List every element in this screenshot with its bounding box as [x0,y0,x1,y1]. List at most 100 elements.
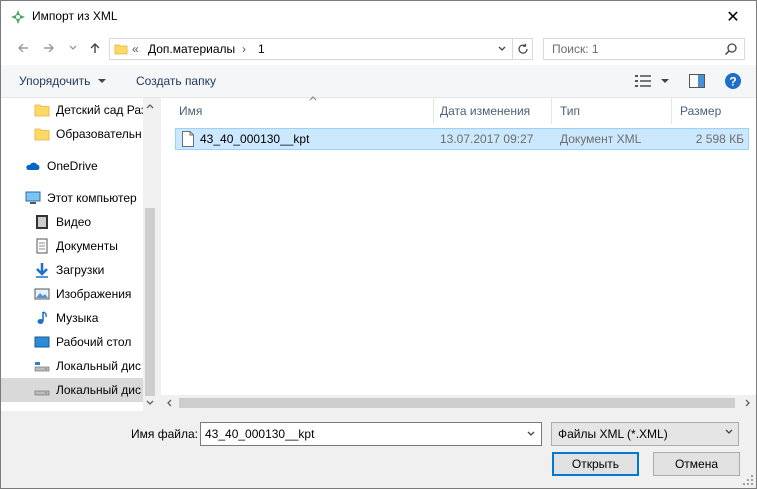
chevron-down-icon [725,429,733,434]
table-row[interactable]: 43_40_000130__kpt 13.07.2017 09:27 Докум… [175,128,749,150]
scroll-left-button[interactable] [161,395,177,411]
breadcrumb-overflow[interactable]: « [132,42,139,56]
details-view-icon [635,75,651,87]
column-header-size[interactable]: Размер [672,98,756,124]
nav-item-video[interactable]: Видео [1,210,143,234]
drive-icon [34,390,50,396]
up-button[interactable] [85,38,105,58]
pictures-icon [34,288,50,300]
close-icon: ✕ [726,8,740,26]
title-bar: Импорт из XML ✕ [1,1,756,32]
nav-item-this-pc[interactable]: Этот компьютер [1,186,143,210]
nav-item-pictures[interactable]: Изображения [1,282,143,306]
svg-text:?: ? [729,75,736,89]
resize-grip-icon[interactable] [742,474,754,486]
search-input[interactable]: Поиск: 1 [552,42,599,56]
nav-item-label: Документы [56,239,118,253]
file-icon [182,131,194,147]
nav-item-music[interactable]: Музыка [1,306,143,330]
scroll-thumb[interactable] [179,398,735,408]
nav-item-label: Локальный дис [56,383,141,397]
preview-pane-button[interactable] [687,72,707,90]
nav-item-label: Детский сад Раз [56,103,143,117]
folder-icon [34,104,50,117]
organize-label: Упорядочить [19,74,91,88]
scroll-up-button[interactable] [143,98,157,114]
view-dropdown-button[interactable] [655,72,675,90]
file-modified: 13.07.2017 09:27 [440,132,534,146]
onedrive-icon [26,162,40,170]
filename-input[interactable] [205,427,515,441]
refresh-button[interactable] [512,39,532,59]
new-folder-button[interactable]: Создать папку [136,74,216,88]
navigation-pane: Детский сад Раз Образовательн OneDrive Э… [1,98,157,411]
command-bar: Упорядочить Создать папку ? [1,65,756,98]
nav-item-local-disk-2[interactable]: Локальный дис [1,378,143,402]
nav-item-onedrive[interactable]: OneDrive [1,154,143,178]
recent-locations-button[interactable] [63,38,83,58]
sort-ascending-icon [309,96,317,101]
computer-icon [25,191,41,204]
breadcrumb-separator[interactable]: › [242,42,246,56]
chevron-left-icon [167,399,172,407]
help-icon: ? [725,73,741,89]
address-bar[interactable]: « Доп.материалы › 1 [109,38,533,60]
nav-item-label: Видео [56,215,92,229]
breadcrumb-item-1[interactable]: 1 [258,42,265,56]
file-name: 43_40_000130__kpt [200,132,310,146]
column-header-name[interactable]: Имя [171,96,434,124]
address-dropdown-button[interactable] [494,41,510,57]
nav-scrollbar[interactable] [143,98,157,411]
view-options-button[interactable] [633,72,653,90]
search-icon [724,43,737,56]
file-type-filter[interactable]: Файлы XML (*.XML) [551,422,739,446]
close-button[interactable]: ✕ [710,1,756,32]
filename-dropdown-button[interactable] [523,426,539,442]
back-arrow-icon [18,43,28,53]
forward-button[interactable] [39,38,59,58]
dropdown-arrow-icon [661,79,669,83]
nav-item-desktop[interactable]: Рабочий стол [1,330,143,354]
chevron-up-icon [146,104,154,109]
filename-combobox[interactable] [200,422,542,446]
column-header-modified[interactable]: Дата изменения [432,98,552,124]
nav-item-documents[interactable]: Документы [1,234,143,258]
chevron-down-icon [498,46,506,51]
cancel-button[interactable]: Отмена [653,452,740,476]
nav-item-label: Изображения [56,287,132,301]
open-button[interactable]: Открыть [552,452,639,476]
scroll-down-button[interactable] [143,395,157,411]
file-open-dialog: Импорт из XML ✕ « Доп.материалы › 1 Поис… [0,0,757,489]
nav-item-local-disk-1[interactable]: Локальный дис [1,354,143,378]
column-header-type[interactable]: Тип [552,98,672,124]
nav-item-label: Музыка [56,311,99,325]
filename-label: Имя файла: [131,427,198,441]
column-header-label: Имя [179,104,203,118]
chevron-down-icon [527,431,535,436]
search-box[interactable]: Поиск: 1 [543,38,745,60]
forward-arrow-icon [44,43,54,53]
folder-icon [34,128,50,141]
nav-item-label: Образовательн [56,127,142,141]
scroll-thumb[interactable] [145,208,155,396]
nav-item-education[interactable]: Образовательн [1,122,143,146]
downloads-icon [36,263,48,278]
nav-item-downloads[interactable]: Загрузки [1,258,143,282]
organize-button[interactable]: Упорядочить [19,74,106,88]
column-header-label: Дата изменения [440,104,531,118]
nav-item-label: Этот компьютер [47,191,137,205]
column-header-label: Тип [560,104,581,118]
music-icon [37,311,47,324]
help-button[interactable]: ? [723,72,743,90]
column-header-label: Размер [680,104,722,118]
desktop-icon [34,336,50,348]
nav-item-kindergarten[interactable]: Детский сад Раз [1,98,143,122]
breadcrumb-item-dop[interactable]: Доп.материалы [148,42,235,56]
documents-icon [36,238,48,254]
horizontal-scrollbar[interactable] [161,395,756,411]
file-type-filter-value: Файлы XML (*.XML) [558,427,668,441]
chevron-right-icon [745,399,750,407]
scroll-right-button[interactable] [740,395,756,411]
back-button[interactable] [13,38,33,58]
folder-icon [114,44,128,55]
